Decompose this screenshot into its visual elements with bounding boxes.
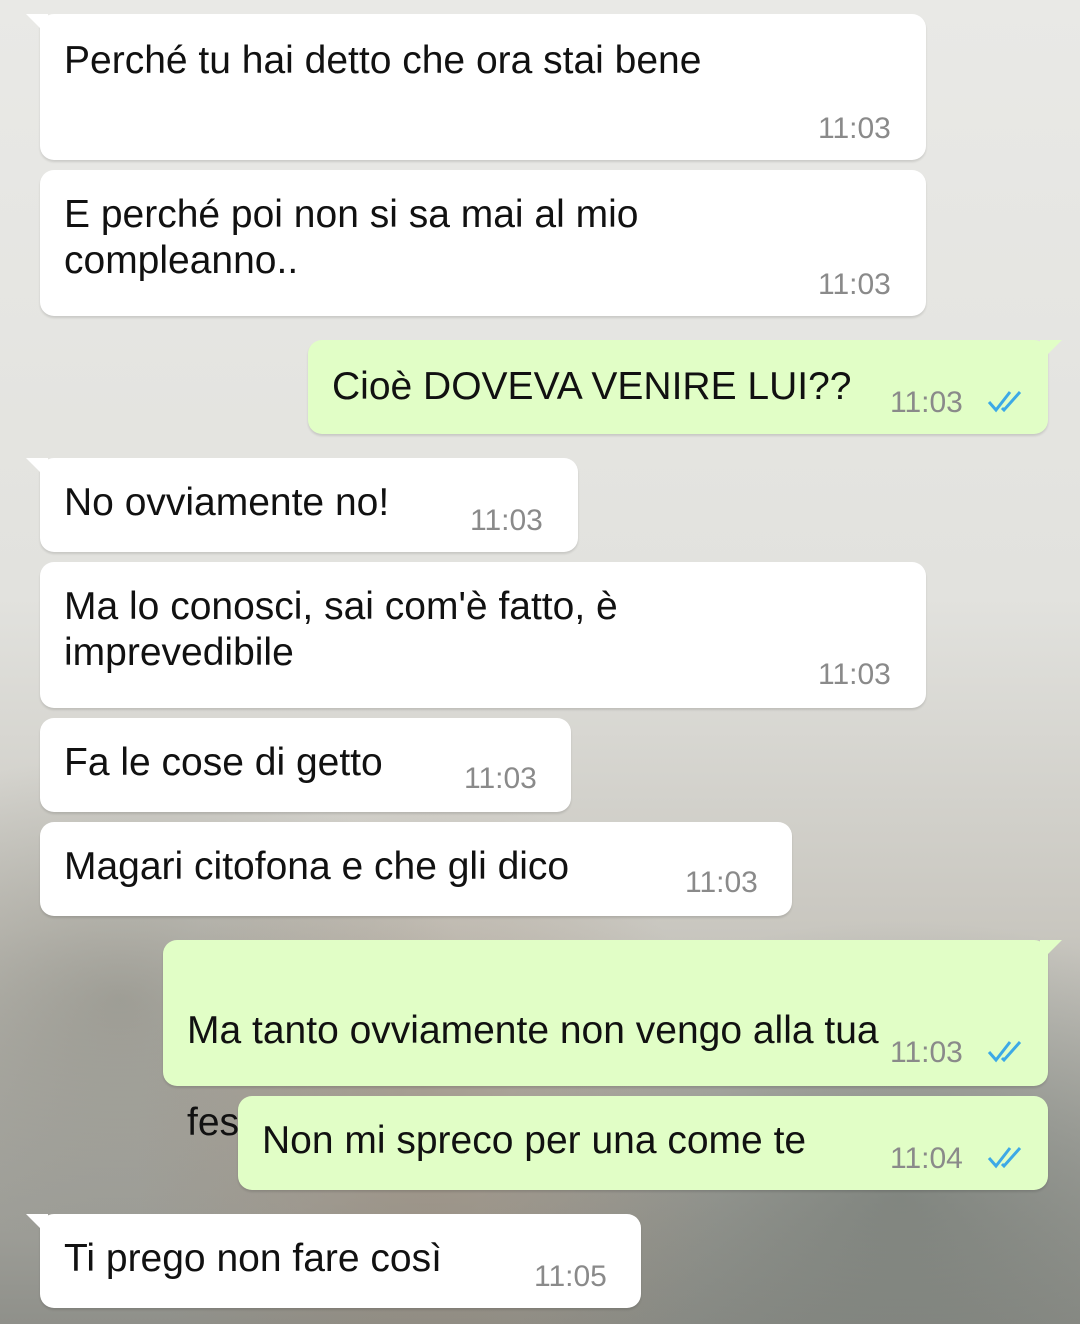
message-incoming[interactable]: Ti prego non fare così 11:05 xyxy=(26,1214,641,1308)
message-time: 11:03 xyxy=(470,504,543,537)
message-time: 11:03 xyxy=(685,866,758,899)
message-text: Magari citofona e che gli dico xyxy=(64,845,570,888)
message-text: Perché tu hai detto che ora stai bene xyxy=(64,39,702,82)
message-time: 11:03 xyxy=(818,268,891,301)
message-time: 11:03 xyxy=(818,658,891,691)
message-time: 11:05 xyxy=(534,1260,607,1293)
message-time: 11:04 xyxy=(890,1142,963,1175)
message-text-line: Ma tanto ovviamente non vengo alla tua xyxy=(187,1009,879,1052)
message-text: No ovviamente no! xyxy=(64,481,390,524)
message-time: 11:03 xyxy=(464,762,537,795)
message-incoming[interactable]: Fa le cose di getto 11:03 xyxy=(40,718,571,812)
message-incoming[interactable]: Magari citofona e che gli dico 11:03 xyxy=(40,822,792,916)
message-outgoing[interactable]: Non mi spreco per una come te 11:04 xyxy=(238,1096,1048,1190)
message-text: Ma lo conosci, sai com'è fatto, è imprev… xyxy=(64,585,618,674)
message-time: 11:03 xyxy=(890,1036,963,1069)
message-outgoing[interactable]: Cioè DOVEVA VENIRE LUI?? 11:03 xyxy=(308,340,1062,434)
message-outgoing[interactable]: Ma tanto ovviamente non vengo alla tua f… xyxy=(163,940,1062,1144)
message-incoming[interactable]: No ovviamente no! 11:03 xyxy=(26,458,578,552)
double-check-icon xyxy=(987,1147,1022,1169)
message-incoming[interactable]: E perché poi non si sa mai al mio comple… xyxy=(40,170,926,316)
message-incoming[interactable]: Ma lo conosci, sai com'è fatto, è imprev… xyxy=(40,562,926,708)
message-text: E perché poi non si sa mai al mio comple… xyxy=(64,193,639,282)
message-time: 11:03 xyxy=(818,112,891,145)
message-text: Non mi spreco per una come te xyxy=(262,1119,807,1162)
message-incoming[interactable]: Perché tu hai detto che ora stai bene 11… xyxy=(26,14,926,160)
message-time: 11:03 xyxy=(890,386,963,419)
message-text: Ti prego non fare così xyxy=(64,1237,442,1280)
message-text: Fa le cose di getto xyxy=(64,741,383,784)
message-text: Cioè DOVEVA VENIRE LUI?? xyxy=(332,365,852,408)
double-check-icon xyxy=(987,1041,1022,1063)
double-check-icon xyxy=(987,391,1022,413)
